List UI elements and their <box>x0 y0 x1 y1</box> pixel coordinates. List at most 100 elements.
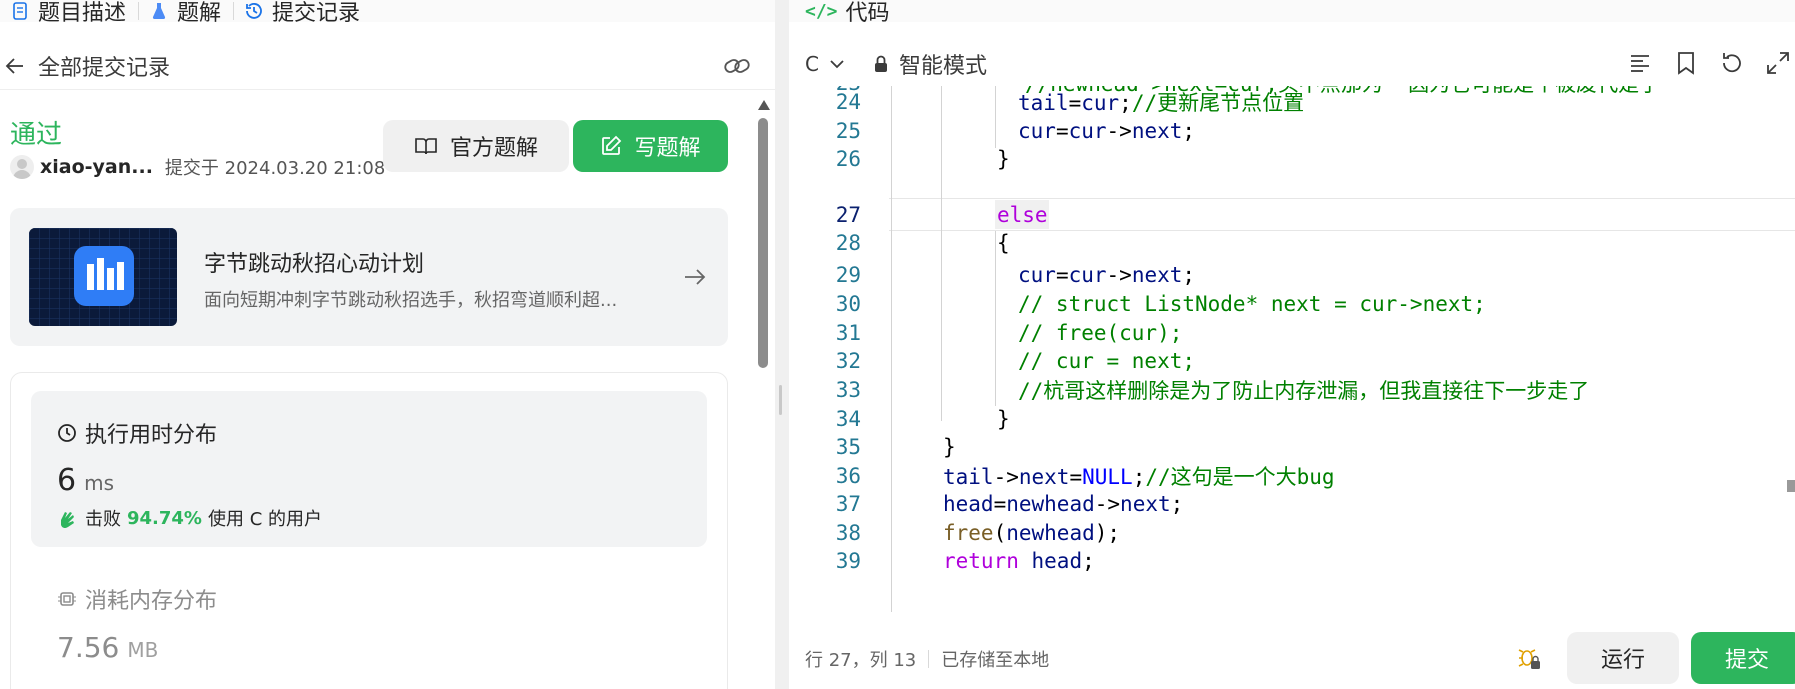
submission-panel: 题目描述 题解 提交记录 全部提交记录 通过 xiao-yan... 提交于 2… <box>0 0 775 689</box>
write-solution-label: 写题解 <box>634 136 701 161</box>
line-text: return head; <box>943 548 1095 573</box>
avatar[interactable] <box>10 155 34 179</box>
line-number: 27 <box>835 202 861 227</box>
runtime-box[interactable]: 执行用时分布 6 ms 击败 94.74% 使用 C 的用户 <box>31 391 707 547</box>
book-icon <box>415 138 437 155</box>
bytedance-logo-icon <box>29 228 177 326</box>
line-number: 34 <box>835 406 861 431</box>
fullscreen-icon[interactable] <box>1765 50 1791 76</box>
line-number: 24 <box>835 89 861 114</box>
performance-card: 执行用时分布 6 ms 击败 94.74% 使用 C 的用户 消耗内存分布 7.… <box>10 372 728 689</box>
code-icon: </> <box>805 0 838 22</box>
tab-description-label: 题目描述 <box>38 1 127 26</box>
bookmark-icon[interactable] <box>1673 50 1699 76</box>
promo-card[interactable]: 字节跳动秋招心动计划 面向短期冲刺字节跳动秋招选手，秋招弯道顺利超... <box>10 208 728 346</box>
line-text: // cur = next; <box>1018 348 1196 373</box>
runtime-beat-row: 击败 94.74% 使用 C 的用户 <box>57 505 322 531</box>
line-number: 38 <box>835 520 861 545</box>
status-badge: 通过 <box>10 120 63 150</box>
line-number: 36 <box>835 463 861 488</box>
user-icon <box>13 159 31 179</box>
runtime-unit: ms <box>84 471 114 495</box>
tab-solutions[interactable]: 题解 <box>139 0 233 26</box>
line-number: 37 <box>835 491 861 516</box>
beat-suffix: 使用 C 的用户 <box>207 509 322 530</box>
panel-splitter[interactable] <box>775 0 789 689</box>
reset-icon[interactable] <box>1719 50 1745 76</box>
line-text: // struct ListNode* next = cur->next; <box>1018 291 1486 316</box>
format-icon[interactable] <box>1627 50 1653 76</box>
line-text: cur=cur->next; <box>1018 262 1196 287</box>
promo-image <box>29 228 177 326</box>
line-text: else <box>997 202 1048 227</box>
memory-unit: MB <box>127 638 159 662</box>
runtime-title-row: 执行用时分布 <box>57 417 217 449</box>
tab-description[interactable]: 题目描述 <box>0 0 138 26</box>
link-icon[interactable] <box>723 54 751 78</box>
code-panel: </> 代码 C 智能模式 23 //newhead->next=cur;头不点… <box>789 0 1795 689</box>
tab-submissions[interactable]: 提交记录 <box>234 0 372 26</box>
line-number: 26 <box>835 146 861 171</box>
submit-button[interactable]: 提交 <box>1691 632 1795 684</box>
document-icon <box>13 2 27 20</box>
line-number: 28 <box>835 230 861 255</box>
code-header: </> 代码 <box>789 0 1795 26</box>
promo-title: 字节跳动秋招心动计划 <box>204 252 425 277</box>
submitter-row: xiao-yan... 提交于 2024.03.20 21:08 <box>10 154 385 180</box>
cursor-position[interactable]: 行 27，列 13 <box>805 646 916 672</box>
line-number: 32 <box>835 348 861 373</box>
clock-icon <box>58 424 76 442</box>
code-editor[interactable]: 23 //newhead->next=cur;头不点那为——因为它可能是个被废代… <box>789 86 1795 612</box>
edit-icon <box>602 135 622 155</box>
memory-value: 7.56 MB <box>57 631 158 664</box>
line-number: 29 <box>835 262 861 287</box>
back-arrow-icon[interactable] <box>4 55 26 77</box>
official-solution-button[interactable]: 官方题解 <box>383 120 569 172</box>
footer-divider <box>928 649 930 668</box>
submission-detail: 通过 xiao-yan... 提交于 2024.03.20 21:08 官方题解… <box>10 90 728 689</box>
flask-icon <box>152 3 166 19</box>
line-number: 25 <box>835 118 861 143</box>
history-icon <box>246 3 262 19</box>
runtime-number: 6 <box>57 463 77 498</box>
splitter-grip[interactable] <box>779 385 782 415</box>
submission-subheader: 全部提交记录 <box>0 42 775 90</box>
tab-submissions-label: 提交记录 <box>272 1 361 26</box>
official-solution-label: 官方题解 <box>449 136 538 161</box>
code-header-title: 代码 <box>845 1 890 26</box>
write-solution-button[interactable]: 写题解 <box>573 120 728 172</box>
line-text: } <box>943 434 956 459</box>
lock-icon <box>874 55 887 72</box>
tab-bar: 题目描述 题解 提交记录 <box>0 0 775 26</box>
username[interactable]: xiao-yan... <box>40 156 153 178</box>
language-label: C <box>805 52 819 76</box>
saved-status: 已存储至本地 <box>941 649 1050 671</box>
code-line: 26 } <box>789 142 1795 175</box>
line-text: cur=cur->next; <box>1018 118 1196 143</box>
line-text: // free(cur); <box>1018 320 1183 345</box>
tab-solutions-label: 题解 <box>177 1 222 26</box>
line-text: tail=cur;//更新尾节点位置 <box>1018 90 1305 115</box>
line-text: } <box>997 146 1010 171</box>
debug-lock-icon[interactable] <box>1515 644 1543 672</box>
chevron-down-icon <box>830 60 844 69</box>
line-number: 30 <box>835 291 861 316</box>
language-select[interactable]: C <box>805 52 845 76</box>
smart-mode-toggle[interactable]: 智能模式 <box>873 48 987 80</box>
scroll-up-arrow[interactable] <box>758 100 770 110</box>
line-number: 39 <box>835 548 861 573</box>
memory-title-row[interactable]: 消耗内存分布 <box>57 583 217 615</box>
code-line: 39 return head; <box>789 544 1795 577</box>
editor-footer: 行 27，列 13 已存储至本地 运行 提交 <box>789 628 1795 689</box>
editor-actions <box>1627 50 1791 76</box>
memory-title: 消耗内存分布 <box>85 589 218 614</box>
scrollbar-thumb[interactable] <box>758 118 768 368</box>
run-button[interactable]: 运行 <box>1567 632 1679 684</box>
line-text: head=newhead->next; <box>943 491 1184 516</box>
line-number: 31 <box>835 320 861 345</box>
arrow-right-icon[interactable] <box>682 264 708 290</box>
line-text: tail->next=NULL;//这句是一个大bug <box>943 464 1335 489</box>
submit-time: 提交于 2024.03.20 21:08 <box>164 158 386 179</box>
line-text: { <box>997 230 1010 255</box>
line-number: 35 <box>835 434 861 459</box>
